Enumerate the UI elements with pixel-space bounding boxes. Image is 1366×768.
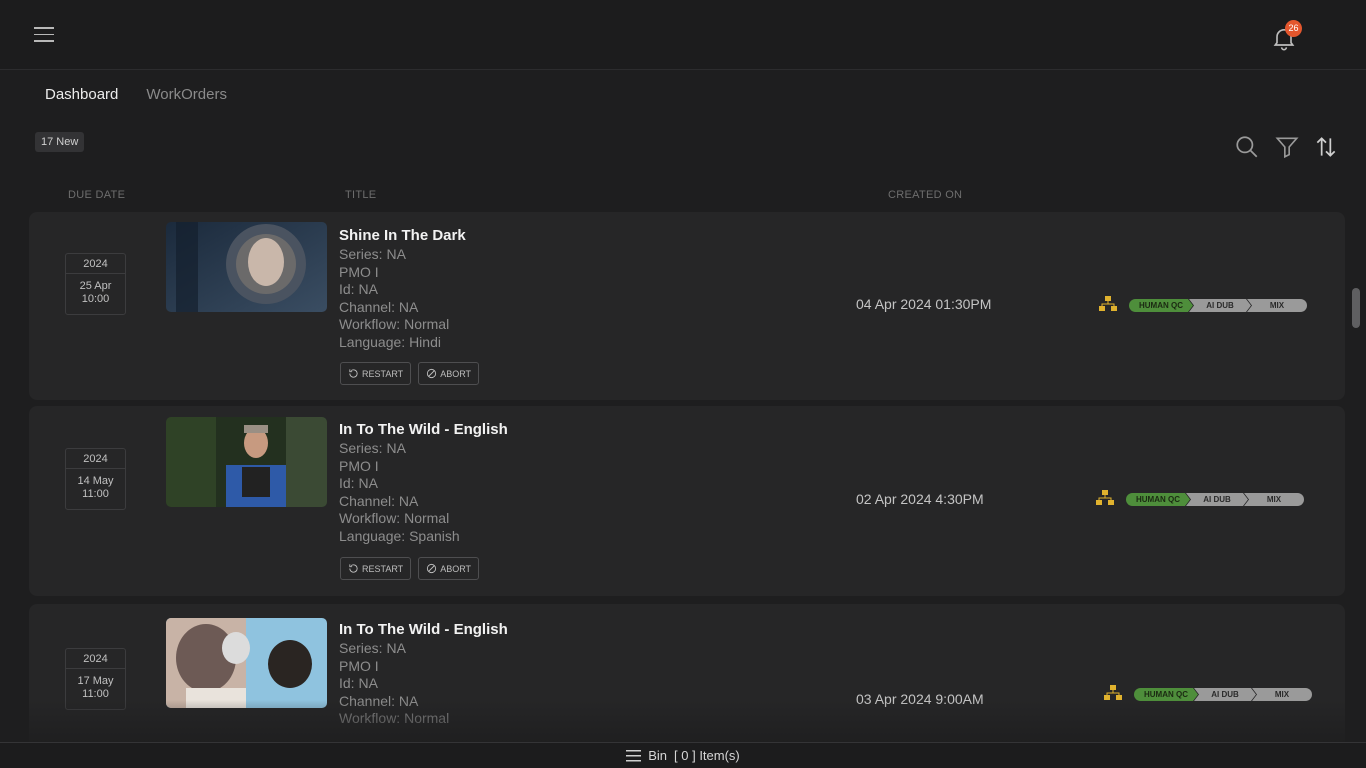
workorder-title[interactable]: In To The Wild - English — [339, 620, 508, 640]
column-title[interactable]: TITLE — [345, 189, 376, 201]
workorder-actions: RESTART ABORT — [340, 362, 480, 385]
workflow-icon[interactable] — [1104, 685, 1122, 701]
workorder-card[interactable]: 2024 25 Apr 10:00 Shine In The Dark Seri… — [29, 212, 1345, 400]
tab-workorders[interactable]: WorkOrders — [146, 86, 227, 103]
abort-label: ABORT — [440, 368, 472, 379]
pmo-text: PMO I — [339, 457, 379, 474]
abort-button[interactable]: ABORT — [418, 557, 480, 580]
stage-ai-dub[interactable]: AI DUB — [1186, 493, 1248, 506]
restart-button[interactable]: RESTART — [340, 362, 412, 385]
due-day-month: 25 Apr — [79, 280, 112, 292]
pmo-text: PMO I — [339, 263, 379, 280]
workflow-text: Workflow: Normal — [339, 510, 450, 527]
column-created-on[interactable]: CREATED ON — [888, 189, 962, 201]
workorder-info: In To The Wild - English Series: NA PMO … — [339, 420, 508, 546]
workorder-title[interactable]: Shine In The Dark — [339, 226, 466, 246]
stage-ai-dub[interactable]: AI DUB — [1194, 688, 1256, 701]
due-time: 11:00 — [82, 488, 109, 500]
pipeline-stages: HUMAN QC AI DUB MIX — [1126, 493, 1304, 506]
due-year: 2024 — [66, 649, 125, 669]
due-day-month: 17 May — [77, 675, 114, 687]
thumbnail[interactable] — [166, 618, 327, 708]
due-date-box: 2024 17 May 11:00 — [65, 648, 126, 710]
scrollbar-thumb[interactable] — [1352, 288, 1360, 328]
due-time: 11:00 — [82, 688, 109, 700]
thumbnail[interactable] — [166, 222, 327, 312]
filter-icon[interactable] — [1274, 134, 1300, 160]
pmo-text: PMO I — [339, 657, 379, 674]
restart-button[interactable]: RESTART — [340, 557, 412, 580]
stage-mix[interactable]: MIX — [1252, 688, 1312, 701]
notification-badge: 26 — [1285, 20, 1302, 37]
due-date-box: 2024 25 Apr 10:00 — [65, 253, 126, 315]
created-on-text: 04 Apr 2024 01:30PM — [856, 296, 992, 312]
bin-count: [ 0 ] Item(s) — [674, 748, 740, 763]
series-text: Series: NA — [339, 246, 406, 262]
abort-icon — [427, 368, 437, 379]
language-text: Language: Spanish — [339, 527, 460, 544]
tab-dashboard[interactable]: Dashboard — [45, 86, 118, 103]
id-text: Id: NA — [339, 281, 378, 298]
due-date-box: 2024 14 May 11:00 — [65, 448, 126, 510]
channel-text: Channel: NA — [339, 492, 419, 509]
top-bar: 26 — [0, 0, 1366, 70]
stage-mix[interactable]: MIX — [1247, 299, 1307, 312]
abort-label: ABORT — [440, 563, 472, 574]
channel-text: Channel: NA — [339, 298, 419, 315]
workorder-title[interactable]: In To The Wild - English — [339, 420, 508, 440]
workorder-info: In To The Wild - English Series: NA PMO … — [339, 620, 508, 728]
search-icon[interactable] — [1234, 134, 1260, 160]
due-time: 10:00 — [81, 293, 110, 305]
series-text: Series: NA — [339, 640, 406, 656]
id-text: Id: NA — [339, 475, 378, 492]
stage-human-qc[interactable]: HUMAN QC — [1129, 299, 1193, 312]
stage-human-qc[interactable]: HUMAN QC — [1134, 688, 1198, 701]
new-count-badge: 17 New — [35, 132, 85, 152]
series-text: Series: NA — [339, 440, 406, 456]
restart-icon — [349, 369, 358, 378]
abort-button[interactable]: ABORT — [418, 362, 480, 385]
sort-icon[interactable] — [1313, 134, 1339, 160]
stage-ai-dub[interactable]: AI DUB — [1189, 299, 1251, 312]
menu-icon[interactable] — [34, 27, 54, 43]
restart-label: RESTART — [362, 368, 404, 379]
id-text: Id: NA — [339, 675, 378, 692]
workorder-actions: RESTART ABORT — [340, 557, 480, 580]
workflow-icon[interactable] — [1099, 296, 1117, 312]
workorder-info: Shine In The Dark Series: NA PMO I Id: N… — [339, 226, 466, 352]
workflow-icon[interactable] — [1096, 490, 1114, 506]
due-day-month: 14 May — [77, 475, 114, 487]
pipeline-stages: HUMAN QC AI DUB MIX — [1134, 688, 1312, 701]
created-on-text: 03 Apr 2024 9:00AM — [856, 691, 984, 707]
language-text: Language: Hindi — [339, 333, 441, 350]
column-due-date[interactable]: DUE DATE — [68, 189, 125, 201]
workflow-text: Workflow: Normal — [339, 316, 450, 333]
due-year: 2024 — [66, 449, 125, 469]
channel-text: Channel: NA — [339, 692, 419, 709]
abort-icon — [427, 563, 437, 574]
workflow-text: Workflow: Normal — [339, 710, 450, 727]
workorder-card[interactable]: 2024 17 May 11:00 In To The Wild - Engli… — [29, 604, 1345, 754]
nav-tabs: Dashboard WorkOrders — [45, 86, 227, 103]
bin-label: Bin — [648, 748, 668, 763]
created-on-text: 02 Apr 2024 4:30PM — [856, 491, 984, 507]
restart-icon — [349, 564, 358, 573]
restart-label: RESTART — [362, 563, 404, 574]
stage-mix[interactable]: MIX — [1244, 493, 1304, 506]
list-icon — [626, 750, 642, 762]
stage-human-qc[interactable]: HUMAN QC — [1126, 493, 1190, 506]
thumbnail[interactable] — [166, 417, 327, 507]
scrollbar-track[interactable] — [1352, 180, 1360, 740]
workorder-card[interactable]: 2024 14 May 11:00 In To The Wild - Engli… — [29, 406, 1345, 596]
pipeline-stages: HUMAN QC AI DUB MIX — [1129, 299, 1307, 312]
due-year: 2024 — [66, 254, 125, 274]
bin-bar[interactable]: Bin [ 0 ] Item(s) — [0, 742, 1366, 768]
